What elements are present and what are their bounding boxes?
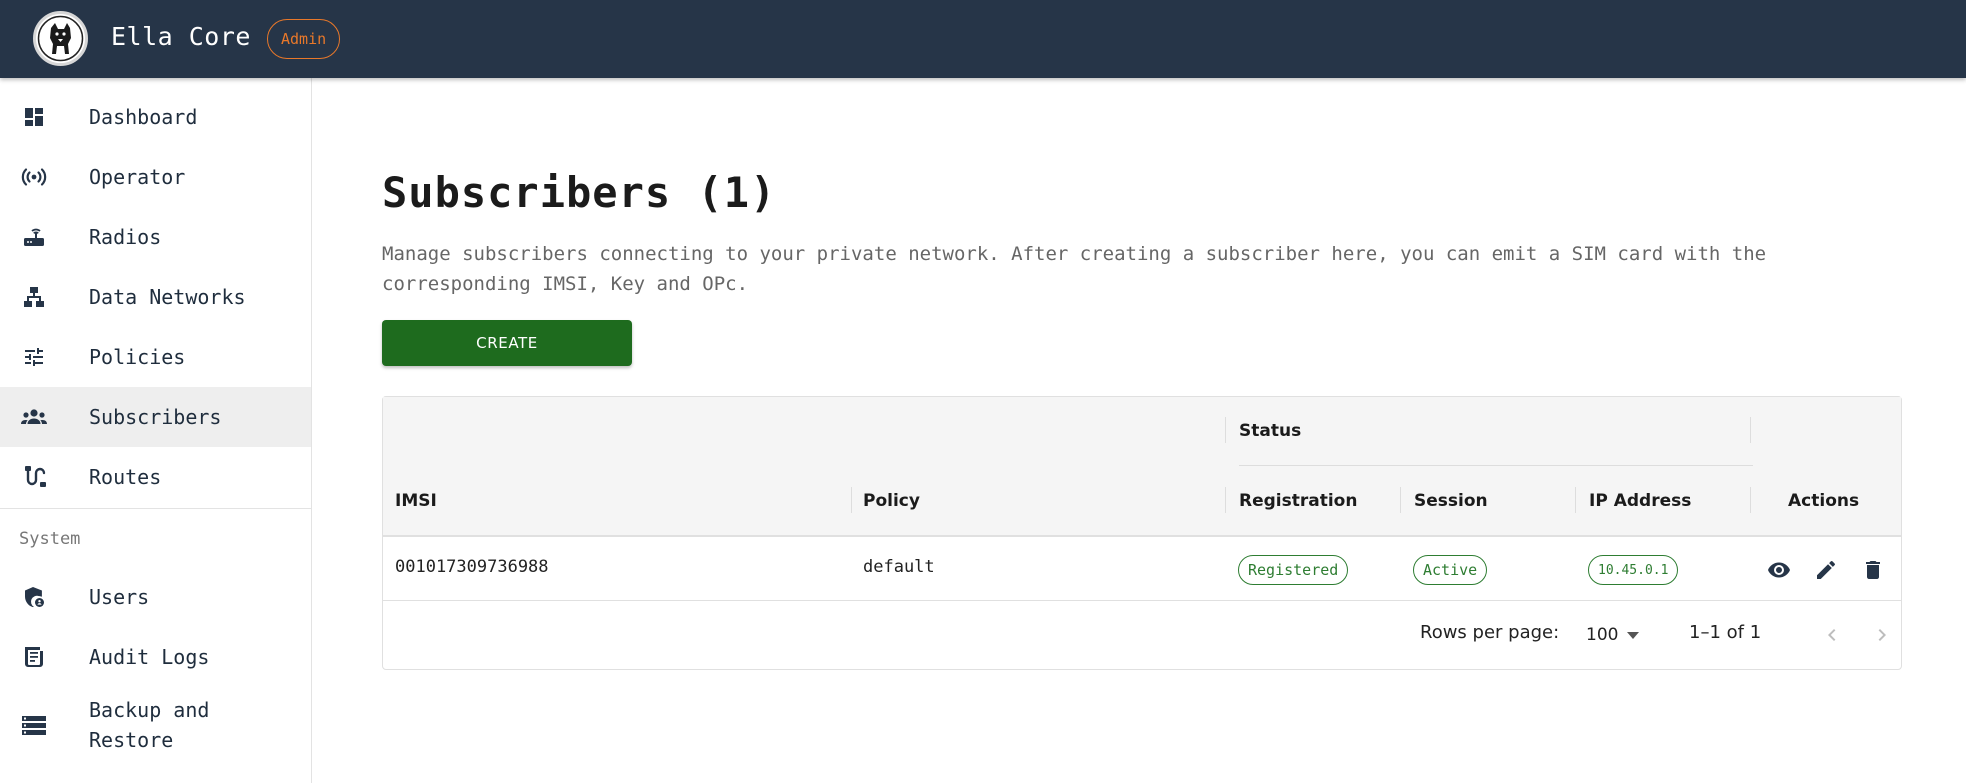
broadcast-icon xyxy=(20,163,48,191)
network-hierarchy-icon xyxy=(20,283,48,311)
column-separator xyxy=(1225,487,1226,513)
tune-sliders-icon xyxy=(20,343,48,371)
sidebar-item-policies[interactable]: Policies xyxy=(0,327,311,387)
column-header-registration[interactable]: Registration xyxy=(1239,491,1357,511)
imsi-cell: 001017309736988 xyxy=(395,557,549,577)
status-group-header: Status xyxy=(1239,421,1302,441)
column-separator xyxy=(1225,417,1226,443)
next-page-icon[interactable] xyxy=(1869,622,1895,648)
app-title: Ella Core xyxy=(111,22,251,51)
sidebar-item-label: Subscribers xyxy=(89,405,222,429)
column-separator xyxy=(1400,487,1401,513)
registration-status-badge: Registered xyxy=(1238,555,1349,585)
storage-icon xyxy=(20,711,48,739)
rows-per-page-value: 100 xyxy=(1586,625,1619,645)
sidebar-item-backup-restore[interactable]: Backup and Restore xyxy=(0,687,311,763)
sidebar-item-label: Users xyxy=(89,585,150,609)
admin-shield-icon xyxy=(20,583,48,611)
column-header-session[interactable]: Session xyxy=(1414,491,1488,511)
route-icon xyxy=(20,463,48,491)
sidebar-item-operator[interactable]: Operator xyxy=(0,147,311,207)
sidebar: Dashboard Operator Radios Data Networks … xyxy=(0,78,312,783)
role-badge: Admin xyxy=(267,19,341,59)
system-section-label: System xyxy=(19,529,81,549)
dashboard-icon xyxy=(20,103,48,131)
sidebar-item-users[interactable]: Users xyxy=(0,567,311,627)
sidebar-item-data-networks[interactable]: Data Networks xyxy=(0,267,311,327)
sidebar-item-label: Backup and Restore xyxy=(89,698,210,752)
column-header-actions: Actions xyxy=(1788,491,1860,511)
page-title: Subscribers (1) xyxy=(382,168,777,217)
rows-per-page-select[interactable]: 100 xyxy=(1586,620,1650,650)
column-header-ip-address[interactable]: IP Address xyxy=(1589,491,1691,511)
column-header-imsi[interactable]: IMSI xyxy=(395,491,437,511)
column-separator xyxy=(1750,487,1751,513)
session-status-badge: Active xyxy=(1413,555,1488,585)
sidebar-item-routes[interactable]: Routes xyxy=(0,447,311,507)
pagination-range: 1–1 of 1 xyxy=(1689,622,1762,643)
create-button[interactable]: CREATE xyxy=(382,320,632,366)
column-header-policy[interactable]: Policy xyxy=(863,491,920,511)
sidebar-item-audit-logs[interactable]: Audit Logs xyxy=(0,627,311,687)
table-pagination: Rows per page: 100 1–1 of 1 xyxy=(383,602,1901,668)
dog-logo-icon[interactable] xyxy=(33,11,88,66)
ip-address-badge: 10.45.0.1 xyxy=(1588,555,1679,585)
sidebar-divider xyxy=(0,508,311,509)
table-row[interactable]: 001017309736988 default Registered Activ… xyxy=(383,537,1901,601)
column-separator xyxy=(1750,417,1751,443)
sidebar-item-label: Data Networks xyxy=(89,285,246,309)
status-group-divider xyxy=(1239,465,1753,466)
sidebar-item-label: Radios xyxy=(89,225,162,249)
column-separator xyxy=(1575,487,1576,513)
sidebar-item-label: Audit Logs xyxy=(89,645,210,669)
receipt-log-icon xyxy=(20,643,48,671)
people-group-icon xyxy=(20,403,48,431)
edit-icon[interactable] xyxy=(1813,557,1839,583)
sidebar-item-label: Policies xyxy=(89,345,186,369)
sidebar-item-radios[interactable]: Radios xyxy=(0,207,311,267)
caret-down-icon xyxy=(1626,625,1640,645)
page-description: Manage subscribers connecting to your pr… xyxy=(382,243,1767,295)
table-header: Status IMSI Policy Registration Session … xyxy=(383,397,1901,537)
sidebar-item-subscribers[interactable]: Subscribers xyxy=(0,387,311,447)
rows-per-page-label: Rows per page: xyxy=(1420,622,1560,643)
router-icon xyxy=(20,223,48,251)
sidebar-item-dashboard[interactable]: Dashboard xyxy=(0,87,311,147)
policy-cell: default xyxy=(863,557,935,577)
sidebar-item-label: Routes xyxy=(89,465,162,489)
sidebar-item-label: Dashboard xyxy=(89,105,198,129)
sidebar-item-label: Operator xyxy=(89,165,186,189)
previous-page-icon[interactable] xyxy=(1819,622,1845,648)
view-icon[interactable] xyxy=(1766,557,1792,583)
top-app-bar: Ella Core Admin xyxy=(0,0,1966,78)
subscribers-table: Status IMSI Policy Registration Session … xyxy=(382,396,1902,670)
delete-icon[interactable] xyxy=(1860,557,1886,583)
column-separator xyxy=(851,487,852,513)
